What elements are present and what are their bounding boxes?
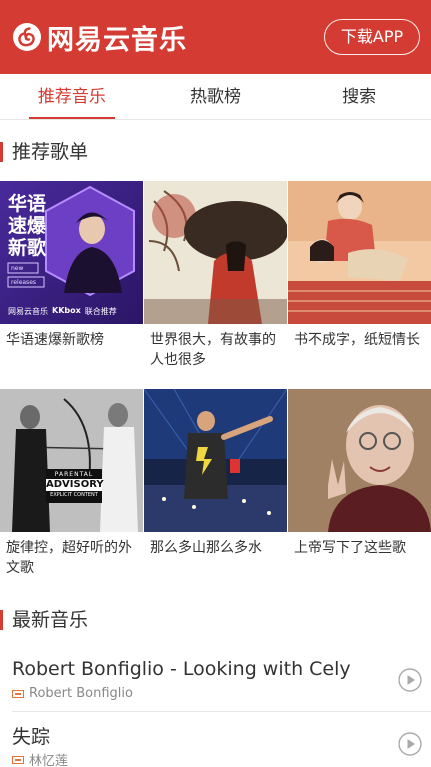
cover-brand: 网易云音乐 bbox=[8, 307, 48, 316]
netease-music-logo-icon bbox=[13, 23, 41, 51]
song-title: 失踪 bbox=[12, 726, 51, 748]
playlist-name[interactable]: 上帝写下了这些歌 bbox=[288, 532, 431, 558]
sq-quality-icon bbox=[12, 689, 24, 698]
song-artist-row: Robert Bonfiglio bbox=[12, 686, 133, 701]
song-title: Robert Bonfiglio - Looking with Cely bbox=[12, 658, 351, 680]
playlist-item[interactable]: 那么多山那么多水 bbox=[144, 389, 287, 558]
playlist-cover[interactable] bbox=[144, 389, 287, 532]
cover-title-line: 速爆 bbox=[8, 215, 47, 237]
cover-partner-tag: 联合推荐 bbox=[84, 307, 117, 316]
playlist-name[interactable]: 那么多山那么多水 bbox=[144, 532, 287, 558]
playlist-item[interactable]: 书不成字，纸短情长 bbox=[288, 181, 431, 350]
playlist-cover[interactable]: 华语 速爆 新歌 new releases 网易云音乐 KKbox 联合推荐 bbox=[0, 181, 143, 324]
playlist-name[interactable]: 华语速爆新歌榜 bbox=[0, 324, 143, 350]
top-bar: 网易云音乐 下载APP bbox=[0, 0, 431, 74]
playlist-cover[interactable]: PARENTAL ADVISORY EXPLICIT CONTENT bbox=[0, 389, 143, 532]
cover-title-line: 华语 bbox=[8, 193, 47, 215]
song-artist-row: 林忆莲 bbox=[12, 750, 68, 767]
tab-hot-songs[interactable]: 热歌榜 bbox=[144, 74, 288, 119]
song-artist: Robert Bonfiglio bbox=[29, 686, 133, 701]
playlist-cover-art bbox=[0, 389, 143, 532]
playlist-name[interactable]: 世界很大，有故事的人也很多 bbox=[144, 324, 287, 370]
playlist-item[interactable]: PARENTAL ADVISORY EXPLICIT CONTENT 旋律控，超… bbox=[0, 389, 143, 578]
playlist-cover-art bbox=[144, 389, 287, 532]
playlist-item[interactable]: 世界很大，有故事的人也很多 bbox=[144, 181, 287, 370]
playlist-cover[interactable] bbox=[144, 181, 287, 324]
tab-search[interactable]: 搜索 bbox=[287, 74, 431, 119]
sq-quality-icon bbox=[12, 755, 24, 764]
play-icon[interactable] bbox=[398, 668, 422, 692]
song-artist: 林忆莲 bbox=[29, 754, 69, 767]
app-name: 网易云音乐 bbox=[47, 24, 187, 56]
main-tabs: 推荐音乐 热歌榜 搜索 bbox=[0, 74, 431, 120]
playlist-item[interactable]: 上帝写下了这些歌 bbox=[288, 389, 431, 558]
playlist-cover-art bbox=[288, 181, 431, 324]
cover-title-line: 新歌 bbox=[8, 237, 47, 259]
playlist-cover[interactable] bbox=[288, 181, 431, 324]
tab-recommend-music[interactable]: 推荐音乐 bbox=[0, 74, 144, 119]
download-app-button[interactable]: 下载APP bbox=[324, 19, 420, 55]
cover-tag: new bbox=[11, 265, 24, 272]
song-item[interactable]: Robert Bonfiglio - Looking with Cely Rob… bbox=[12, 648, 431, 712]
parental-advisory-badge: PARENTAL ADVISORY EXPLICIT CONTENT bbox=[46, 471, 104, 498]
recommend-playlists-title: 推荐歌单 bbox=[0, 140, 88, 164]
playlist-name[interactable]: 旋律控，超好听的外文歌 bbox=[0, 532, 143, 578]
playlist-cover-art bbox=[288, 389, 431, 532]
playlist-cover-art bbox=[144, 181, 287, 324]
cover-tag: releases bbox=[11, 279, 37, 286]
playlist-cover[interactable] bbox=[288, 389, 431, 532]
playlist-item[interactable]: 华语 速爆 新歌 new releases 网易云音乐 KKbox 联合推荐 华… bbox=[0, 181, 143, 350]
newest-music-title: 最新音乐 bbox=[0, 608, 88, 632]
song-list: Robert Bonfiglio - Looking with Cely Rob… bbox=[0, 648, 431, 767]
playlist-name[interactable]: 书不成字，纸短情长 bbox=[288, 324, 431, 350]
play-icon[interactable] bbox=[398, 732, 422, 756]
app-logo[interactable]: 网易云音乐 bbox=[12, 20, 187, 56]
cover-partner: KKbox bbox=[52, 306, 81, 315]
song-item[interactable]: 失踪 林忆莲 bbox=[12, 712, 431, 767]
